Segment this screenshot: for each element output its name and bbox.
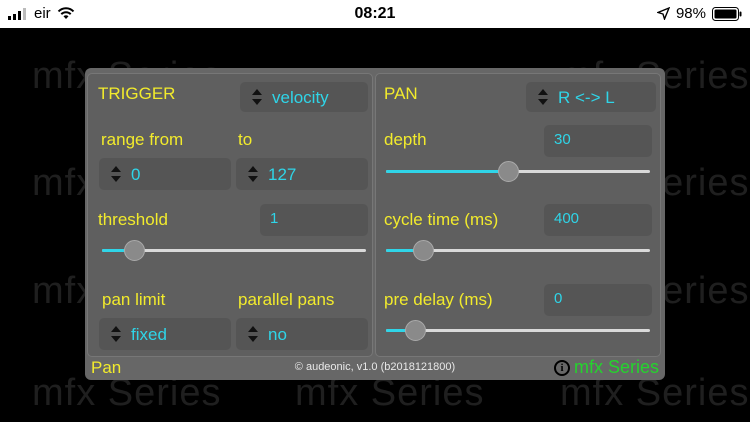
pre-delay-label: pre delay (ms): [384, 290, 493, 309]
range-from-value: 0: [131, 165, 141, 184]
info-icon[interactable]: i: [553, 359, 570, 376]
pan-mode-value: R <-> L: [558, 88, 615, 107]
trigger-mode-select[interactable]: velocity: [240, 82, 368, 112]
battery-icon: [712, 6, 742, 21]
threshold-slider[interactable]: [102, 240, 366, 261]
slider-fill: [386, 170, 509, 173]
range-from-label: range from: [101, 130, 184, 149]
plugin-panel: TRIGGER velocity range from to 0 127 thr…: [85, 68, 665, 380]
threshold-value: 1: [270, 210, 279, 227]
status-right: 98%: [656, 5, 742, 22]
brand-label: mfx Series: [573, 357, 659, 377]
range-to-value: 127: [268, 165, 297, 184]
stepper-arrows-icon: [111, 326, 121, 342]
parallel-pans-label: parallel pans: [238, 290, 335, 309]
pre-delay-value: 0: [554, 290, 563, 307]
pan-limit-select[interactable]: fixed: [99, 318, 231, 350]
stepper-arrows-icon: [248, 326, 258, 342]
stepper-arrows-icon: [111, 166, 121, 182]
status-time: 08:21: [354, 5, 396, 22]
trigger-header: TRIGGER: [98, 84, 176, 103]
pre-delay-field[interactable]: 0: [544, 284, 652, 316]
threshold-label: threshold: [98, 210, 168, 229]
cycle-time-slider[interactable]: [386, 240, 650, 261]
stepper-arrows-icon: [252, 89, 262, 105]
footer-brand: i mfx Series: [553, 357, 659, 378]
range-to-stepper[interactable]: 127: [236, 158, 368, 190]
slider-thumb[interactable]: [497, 161, 519, 182]
stepper-arrows-icon: [538, 89, 548, 105]
cycle-time-value: 400: [554, 210, 580, 227]
depth-label: depth: [384, 130, 427, 149]
slider-thumb[interactable]: [405, 320, 427, 341]
trigger-mode-value: velocity: [272, 88, 329, 107]
parallel-pans-select[interactable]: no: [236, 318, 368, 350]
slider-thumb[interactable]: [412, 240, 434, 261]
slider-thumb[interactable]: [123, 240, 145, 261]
depth-field[interactable]: 30: [544, 125, 652, 157]
status-bar: eir 08:21 98%: [0, 0, 750, 28]
pre-delay-slider[interactable]: [386, 320, 650, 341]
range-to-label: to: [238, 130, 253, 149]
pan-limit-label: pan limit: [102, 290, 166, 309]
trigger-section: TRIGGER velocity range from to 0 127 thr…: [87, 73, 373, 357]
pan-limit-value: fixed: [131, 325, 167, 344]
cycle-time-label: cycle time (ms): [384, 210, 499, 229]
range-from-stepper[interactable]: 0: [99, 158, 231, 190]
depth-slider[interactable]: [386, 161, 650, 182]
pan-header: PAN: [384, 84, 418, 103]
cycle-time-field[interactable]: 400: [544, 204, 652, 236]
parallel-pans-value: no: [268, 325, 287, 344]
pan-section: PAN R <-> L depth 30 cycle time (ms) 400…: [375, 73, 661, 357]
battery-percent: 98%: [675, 5, 706, 22]
stepper-arrows-icon: [248, 166, 258, 182]
location-arrow-icon: [656, 7, 670, 20]
threshold-field[interactable]: 1: [260, 204, 368, 236]
depth-value: 30: [554, 131, 571, 148]
pan-mode-select[interactable]: R <-> L: [526, 82, 656, 112]
